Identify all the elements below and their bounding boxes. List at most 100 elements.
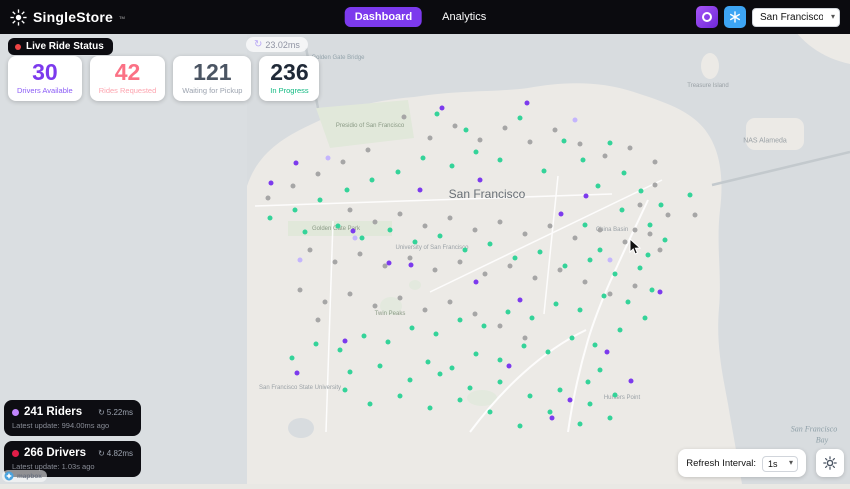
map-dot[interactable]: [521, 343, 527, 349]
map-dot[interactable]: [652, 182, 658, 188]
map-dot[interactable]: [662, 237, 668, 243]
map-dot[interactable]: [422, 223, 428, 229]
map-dot[interactable]: [412, 239, 418, 245]
singlestore-icon-button[interactable]: [696, 6, 718, 28]
map-dot[interactable]: [267, 215, 273, 221]
map-dot[interactable]: [585, 379, 591, 385]
map-dot[interactable]: [386, 260, 392, 266]
map-dot[interactable]: [352, 235, 358, 241]
map-dot[interactable]: [687, 192, 693, 198]
map-dot[interactable]: [658, 202, 664, 208]
map-dot[interactable]: [592, 342, 598, 348]
map-dot[interactable]: [395, 169, 401, 175]
map-dot[interactable]: [512, 255, 518, 261]
map-dot[interactable]: [417, 187, 423, 193]
map-dot[interactable]: [638, 188, 644, 194]
map-dot[interactable]: [557, 267, 563, 273]
map-dot[interactable]: [463, 127, 469, 133]
map-dot[interactable]: [367, 401, 373, 407]
map-dot[interactable]: [557, 387, 563, 393]
map-dot[interactable]: [365, 147, 371, 153]
map-dot[interactable]: [387, 227, 393, 233]
map-dot[interactable]: [434, 111, 440, 117]
map-dot[interactable]: [597, 227, 603, 233]
map-dot[interactable]: [292, 207, 298, 213]
map-dot[interactable]: [547, 223, 553, 229]
map-dot[interactable]: [462, 247, 468, 253]
map-dot[interactable]: [541, 168, 547, 174]
map-dot[interactable]: [627, 145, 633, 151]
map-dot[interactable]: [297, 257, 303, 263]
map-dot[interactable]: [433, 331, 439, 337]
map-dot[interactable]: [558, 211, 564, 217]
map-dot[interactable]: [637, 265, 643, 271]
map-dot[interactable]: [612, 271, 618, 277]
map-dot[interactable]: [647, 222, 653, 228]
map-dot[interactable]: [347, 369, 353, 375]
map-dot[interactable]: [385, 339, 391, 345]
map-dot[interactable]: [607, 291, 613, 297]
map-dot[interactable]: [472, 227, 478, 233]
map-dot[interactable]: [569, 335, 575, 341]
city-select[interactable]: San Francisco: [752, 8, 840, 27]
map-dot[interactable]: [628, 378, 634, 384]
map-dot[interactable]: [447, 299, 453, 305]
map-dot[interactable]: [647, 231, 653, 237]
map-dot[interactable]: [527, 139, 533, 145]
refresh-interval-select[interactable]: 1s: [762, 456, 798, 472]
map-dot[interactable]: [457, 397, 463, 403]
map-dot[interactable]: [487, 409, 493, 415]
map-dot[interactable]: [347, 291, 353, 297]
map-dot[interactable]: [587, 401, 593, 407]
map-dot[interactable]: [561, 138, 567, 144]
map-dot[interactable]: [342, 338, 348, 344]
map-dot[interactable]: [607, 257, 613, 263]
map-dot[interactable]: [297, 287, 303, 293]
map-dot[interactable]: [477, 137, 483, 143]
map-dot[interactable]: [597, 367, 603, 373]
map-dot[interactable]: [447, 215, 453, 221]
map-dot[interactable]: [268, 180, 274, 186]
map-dot[interactable]: [467, 385, 473, 391]
map-dot[interactable]: [293, 160, 299, 166]
map-dot[interactable]: [372, 219, 378, 225]
map-dot[interactable]: [337, 347, 343, 353]
map-dot[interactable]: [537, 249, 543, 255]
map-dot[interactable]: [547, 409, 553, 415]
map-dot[interactable]: [377, 363, 383, 369]
map-dot[interactable]: [457, 317, 463, 323]
map-dot[interactable]: [432, 267, 438, 273]
map-dot[interactable]: [439, 105, 445, 111]
map-dot[interactable]: [290, 183, 296, 189]
map-dot[interactable]: [340, 159, 346, 165]
map-dot[interactable]: [522, 335, 528, 341]
map-dot[interactable]: [302, 229, 308, 235]
map-dot[interactable]: [502, 125, 508, 131]
map-dot[interactable]: [572, 117, 578, 123]
map-dot[interactable]: [552, 127, 558, 133]
map-dot[interactable]: [335, 223, 341, 229]
map-dot[interactable]: [582, 279, 588, 285]
map-dot[interactable]: [657, 247, 663, 253]
map-dot[interactable]: [517, 115, 523, 121]
map-dot[interactable]: [617, 327, 623, 333]
map-dot[interactable]: [452, 123, 458, 129]
map-dot[interactable]: [529, 315, 535, 321]
map-dot[interactable]: [577, 421, 583, 427]
map-dot[interactable]: [545, 349, 551, 355]
map-dot[interactable]: [549, 415, 555, 421]
map-dot[interactable]: [637, 202, 643, 208]
map-dot[interactable]: [369, 177, 375, 183]
map-dot[interactable]: [344, 187, 350, 193]
map-dot[interactable]: [532, 275, 538, 281]
map-dot[interactable]: [595, 183, 601, 189]
map-dot[interactable]: [580, 157, 586, 163]
map-dot[interactable]: [497, 379, 503, 385]
map-dot[interactable]: [422, 307, 428, 313]
map-dot[interactable]: [506, 363, 512, 369]
map-dot[interactable]: [652, 159, 658, 165]
map-dot[interactable]: [482, 271, 488, 277]
map-dot[interactable]: [313, 341, 319, 347]
map-dot[interactable]: [604, 349, 610, 355]
map-dot[interactable]: [582, 222, 588, 228]
